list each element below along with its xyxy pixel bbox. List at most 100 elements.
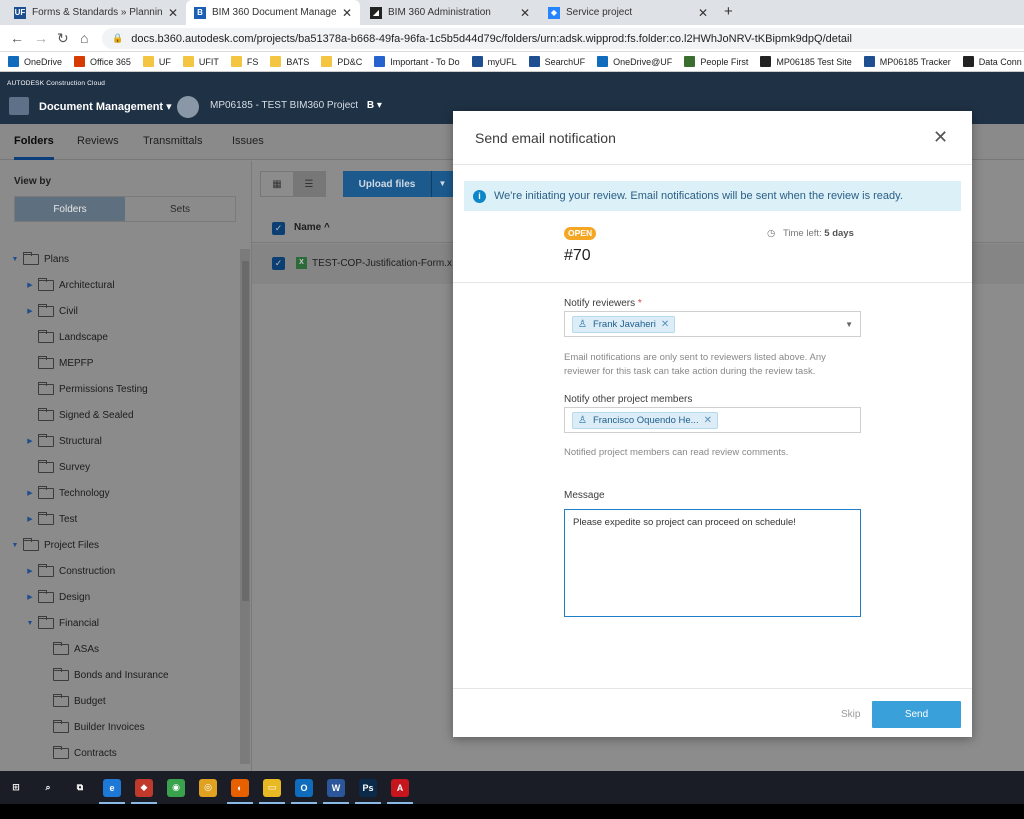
remove-chip-icon[interactable]: ✕ [704,415,712,426]
send-button[interactable]: Send [872,701,961,728]
skip-button[interactable]: Skip [841,709,860,720]
folder-tree-item[interactable]: Permissions Testing [25,379,148,399]
bookmark-item[interactable]: FS [230,56,258,67]
folder-tree-item[interactable]: ▶ Technology [25,483,110,503]
folder-tree-item[interactable]: ▶ Civil [25,301,78,321]
folder-tree-item[interactable]: Survey [25,457,90,477]
taskbar-button[interactable]: ▭ [256,771,288,804]
close-tab-icon[interactable]: ✕ [520,6,530,20]
folder-tree-item[interactable]: Builder Invoices [40,717,145,737]
bookmark-item[interactable]: OneDrive@UF [597,56,672,67]
new-tab-button[interactable]: + [724,3,733,20]
taskbar-button[interactable]: ◐ [224,771,256,804]
folder-tree-item[interactable]: ▶ Structural [25,431,102,451]
reload-icon[interactable]: ↻ [57,30,69,47]
taskbar-button[interactable]: A [384,771,416,804]
view-by-folders[interactable]: Folders [15,197,125,221]
folder-tree-item[interactable]: ▶ Architectural [25,275,115,295]
other-members-select[interactable]: ♙ Francisco Oquendo He... ✕ [564,407,861,433]
tab-folders[interactable]: Folders [14,135,54,160]
bookmark-item[interactable]: Office 365 [74,56,131,67]
remove-chip-icon[interactable]: ✕ [661,319,669,330]
close-tab-icon[interactable]: ✕ [168,6,178,20]
folder-tree-item[interactable]: ▶ Construction [25,561,115,581]
folder-tree-item[interactable]: Contracts [40,743,117,763]
view-by-sets[interactable]: Sets [125,197,235,221]
bookmark-item[interactable]: MP06185 Tracker [863,56,951,67]
folder-tree-item[interactable]: ▼ Project Files [10,535,99,555]
bookmark-item[interactable]: Important - To Do [374,56,460,67]
back-arrow-icon[interactable]: ← [10,30,24,46]
bookmark-item[interactable]: UFIT [182,56,219,67]
caret-right-icon[interactable]: ▶ [25,489,35,497]
caret-right-icon[interactable]: ▶ [25,515,35,523]
browser-tab-bim360-docs[interactable]: B BIM 360 Document Management ✕ [186,0,360,25]
folder-tree-item[interactable]: Bonds and Insurance [40,665,169,685]
url-field[interactable]: 🔒 docs.b360.autodesk.com/projects/ba5137… [102,28,1024,49]
taskbar-button[interactable]: e [96,771,128,804]
folder-tree-item[interactable]: ▼ Plans [10,249,69,269]
taskbar-button[interactable]: ◉ [160,771,192,804]
folder-icon [53,745,69,759]
product-switcher[interactable]: Document Management ▾ [39,100,172,113]
taskbar-button[interactable]: ⧉ [64,771,96,804]
tab-issues[interactable]: Issues [232,135,264,147]
bookmark-item[interactable]: UF [142,56,171,67]
caret-down-icon[interactable]: ▼ [10,542,20,549]
bookmark-item[interactable]: MP06185 Test Site [760,56,852,67]
caret-right-icon[interactable]: ▶ [25,593,35,601]
project-switcher[interactable]: MP06185 - TEST BIM360 Project B ▾ [210,100,382,111]
forward-arrow-icon[interactable]: → [34,30,48,46]
grid-view-icon[interactable]: ▦ [261,172,293,196]
taskbar-button[interactable]: ◆ [128,771,160,804]
bookmark-item[interactable]: BATS [270,56,309,67]
browser-tab-service-project[interactable]: ◆ Service project ✕ [540,0,716,25]
home-icon[interactable]: ⌂ [80,30,88,46]
browser-tab-bim360-admin[interactable]: ◢ BIM 360 Administration ✕ [362,0,538,25]
chevron-down-icon[interactable]: ▼ [431,171,453,197]
select-all-checkbox[interactable]: ✓ [272,222,285,235]
taskbar-button[interactable]: W [320,771,352,804]
caret-right-icon[interactable]: ▶ [25,567,35,575]
row-checkbox[interactable]: ✓ [272,257,285,270]
caret-right-icon[interactable]: ▶ [25,437,35,445]
caret-down-icon[interactable]: ▼ [25,620,35,627]
tab-transmittals[interactable]: Transmittals [143,135,203,147]
folder-tree-item[interactable]: MEPFP [25,353,93,373]
bookmark-item[interactable]: Data Conn [962,56,1022,67]
chevron-down-icon[interactable]: ▼ [845,320,853,329]
folder-tree-item[interactable]: ▶ Test [25,509,77,529]
folder-tree-item[interactable]: ▼ Financial [25,613,99,633]
bookmark-label: UF [158,56,171,67]
file-name[interactable]: TEST-COP-Justification-Form.x [312,258,452,269]
bookmark-item[interactable]: SearchUF [528,56,585,67]
caret-right-icon[interactable]: ▶ [25,281,35,289]
taskbar-button[interactable]: ⌕ [32,771,64,804]
taskbar-button[interactable]: ⊞ [0,771,32,804]
list-view-icon[interactable]: ☰ [293,172,325,196]
taskbar-button[interactable]: ◎ [192,771,224,804]
bookmark-item[interactable]: OneDrive [8,56,62,67]
bookmark-item[interactable]: PD&C [321,56,362,67]
caret-right-icon[interactable]: ▶ [25,307,35,315]
close-tab-icon[interactable]: ✕ [698,6,708,20]
folder-tree-item[interactable]: ▶ Design [25,587,90,607]
browser-tab-forms[interactable]: UF Forms & Standards » Planning, D ✕ [6,0,186,25]
folder-tree-item[interactable]: ASAs [40,639,99,659]
folder-tree-item[interactable]: Budget [40,691,106,711]
message-textarea[interactable]: Please expedite so project can proceed o… [564,509,861,617]
name-column-header[interactable]: Name ^ [294,222,330,233]
taskbar-button[interactable]: O [288,771,320,804]
folder-tree-item[interactable]: Signed & Sealed [25,405,134,425]
close-icon[interactable]: ✕ [933,127,948,148]
sidebar-scroll-thumb[interactable] [242,261,249,601]
folder-tree-item[interactable]: Landscape [25,327,108,347]
close-tab-icon[interactable]: ✕ [342,6,352,20]
caret-down-icon[interactable]: ▼ [10,256,20,263]
bookmark-item[interactable]: myUFL [471,56,517,67]
taskbar-button[interactable]: Ps [352,771,384,804]
bookmark-item[interactable]: People First [684,56,748,67]
reviewers-select[interactable]: ♙ Frank Javaheri ✕ ▼ [564,311,861,337]
tab-reviews[interactable]: Reviews [77,135,119,147]
upload-files-button[interactable]: Upload files ▼ [343,171,453,197]
